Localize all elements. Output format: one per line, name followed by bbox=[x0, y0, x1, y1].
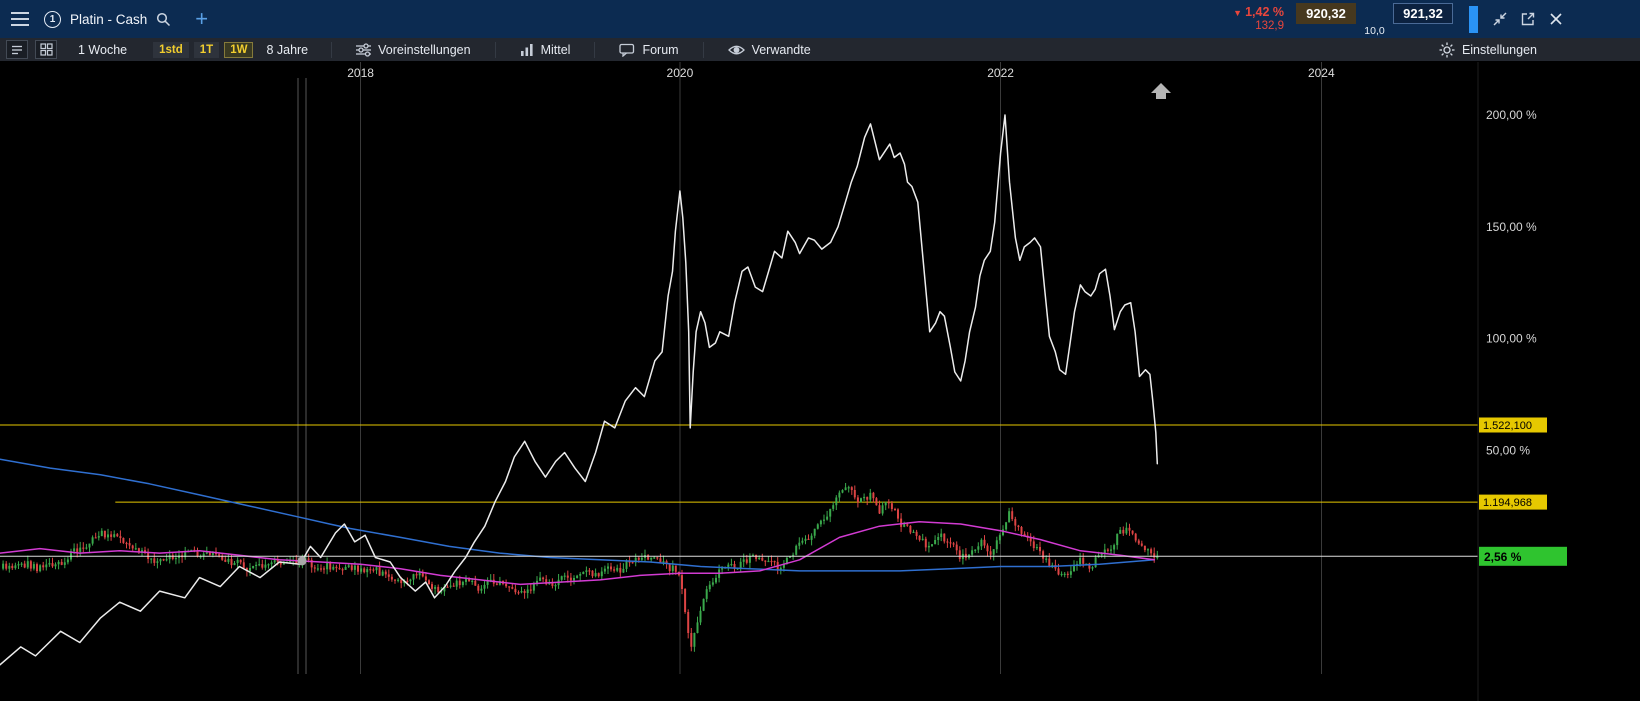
popout-icon[interactable] bbox=[1518, 9, 1538, 29]
toolbar-item-label: Verwandte bbox=[752, 43, 811, 57]
bid-price[interactable]: 920,32 bbox=[1296, 3, 1356, 24]
x-axis-labels: 2018 2020 2022 2024 bbox=[347, 66, 1335, 80]
quote-change: ▼1,42 % 132,9 bbox=[1233, 5, 1284, 34]
instrument-title: Platin - Cash bbox=[70, 12, 147, 27]
toolbar-item-voreinstellungen[interactable]: Voreinstellungen bbox=[341, 38, 485, 62]
speech-bubble-icon bbox=[619, 43, 635, 57]
window-controls bbox=[1490, 9, 1566, 29]
toolbar-divider bbox=[331, 42, 332, 58]
quick-interval-1w[interactable]: 1W bbox=[224, 42, 253, 58]
instrument-tab[interactable]: 1 Platin - Cash bbox=[40, 0, 185, 38]
cursor-lines bbox=[298, 78, 306, 674]
scrollbar-thumb[interactable] bbox=[1469, 6, 1478, 33]
bid-ask-cluster: 920,32 921,32 10,0 bbox=[1296, 0, 1453, 38]
price-line-badge[interactable]: 1.194,968 bbox=[1479, 495, 1547, 510]
search-icon[interactable] bbox=[156, 12, 171, 27]
minimize-icon[interactable] bbox=[1490, 9, 1510, 29]
quick-interval-1std[interactable]: 1std bbox=[153, 42, 189, 58]
ask-price[interactable]: 921,32 bbox=[1393, 3, 1453, 24]
svg-text:1.194,968: 1.194,968 bbox=[1483, 497, 1532, 509]
price-chart[interactable]: 2018 2020 2022 2024 200,00 % 150,00 % 100,00 %… bbox=[0, 62, 1640, 701]
toolbar-item-label: Mittel bbox=[541, 43, 571, 57]
widget-number-badge: 1 bbox=[44, 11, 61, 28]
y-axis-labels: 200,00 % 150,00 % 100,00 % 50,00 % bbox=[1486, 108, 1537, 457]
toolbar-divider bbox=[594, 42, 595, 58]
chart-widget: 1 Platin - Cash + ▼1,42 % 132,9 920,32 9… bbox=[0, 0, 1640, 701]
toolbar-item-verwandte[interactable]: Verwandte bbox=[713, 38, 826, 62]
hamburger-icon bbox=[11, 12, 29, 26]
add-tab-button[interactable]: + bbox=[195, 8, 208, 30]
svg-text:2,56 %: 2,56 % bbox=[1484, 550, 1522, 564]
close-icon[interactable] bbox=[1546, 9, 1566, 29]
quick-interval-1t[interactable]: 1T bbox=[194, 42, 219, 58]
chart-area[interactable]: 2018 2020 2022 2024 200,00 % 150,00 % 100,00 %… bbox=[0, 62, 1640, 701]
svg-text:1.522,100: 1.522,100 bbox=[1483, 420, 1532, 432]
y-tick-label: 200,00 % bbox=[1486, 108, 1537, 122]
eye-icon bbox=[728, 44, 745, 56]
x-axis-year-label: 2018 bbox=[347, 66, 374, 80]
range-dropdown[interactable]: 8 Jahre bbox=[266, 43, 308, 57]
change-percent: 1,42 % bbox=[1245, 5, 1284, 19]
down-triangle-icon: ▼ bbox=[1233, 8, 1242, 18]
scroll-home-icon[interactable] bbox=[1151, 83, 1171, 99]
toolbar-item-forum[interactable]: Forum bbox=[604, 38, 693, 62]
chart-toolbar: 1 Woche 1std 1T 1W 8 Jahre Voreinstellun… bbox=[0, 38, 1640, 62]
toolbar-divider bbox=[495, 42, 496, 58]
current-price-badge[interactable]: 2,56 % bbox=[1479, 547, 1567, 566]
interval-dropdown[interactable]: 1 Woche bbox=[78, 43, 127, 57]
sliders-icon bbox=[356, 43, 371, 57]
toolbar-item-label: Forum bbox=[642, 43, 678, 57]
y-tick-label: 150,00 % bbox=[1486, 220, 1537, 234]
y-tick-label: 50,00 % bbox=[1486, 443, 1530, 457]
bar-chart-icon bbox=[520, 43, 534, 56]
x-axis-year-label: 2022 bbox=[987, 66, 1014, 80]
settings-label: Einstellungen bbox=[1462, 43, 1537, 57]
gear-icon bbox=[1439, 42, 1455, 58]
ask-size: 10,0 bbox=[1356, 25, 1393, 37]
toolbar-item-label: Voreinstellungen bbox=[378, 43, 470, 57]
toolbar-item-mittel[interactable]: Mittel bbox=[505, 38, 586, 62]
settings-button[interactable]: Einstellungen bbox=[1424, 38, 1552, 62]
performance-line bbox=[0, 115, 1157, 665]
x-axis-year-label: 2020 bbox=[667, 66, 694, 80]
change-absolute: 132,9 bbox=[1233, 20, 1284, 34]
list-icon bbox=[11, 44, 23, 56]
layout-grid-icon bbox=[40, 43, 53, 56]
menu-icon[interactable] bbox=[0, 0, 40, 38]
news-list-button[interactable] bbox=[6, 40, 28, 59]
layout-button[interactable] bbox=[35, 40, 57, 59]
cursor-dot bbox=[298, 556, 307, 565]
y-tick-label: 100,00 % bbox=[1486, 332, 1537, 346]
x-axis-year-label: 2024 bbox=[1308, 66, 1335, 80]
widget-header: 1 Platin - Cash + ▼1,42 % 132,9 920,32 9… bbox=[0, 0, 1640, 38]
price-hlines[interactable] bbox=[0, 425, 1478, 502]
toolbar-divider bbox=[703, 42, 704, 58]
price-line-badge[interactable]: 1.522,100 bbox=[1479, 418, 1547, 433]
